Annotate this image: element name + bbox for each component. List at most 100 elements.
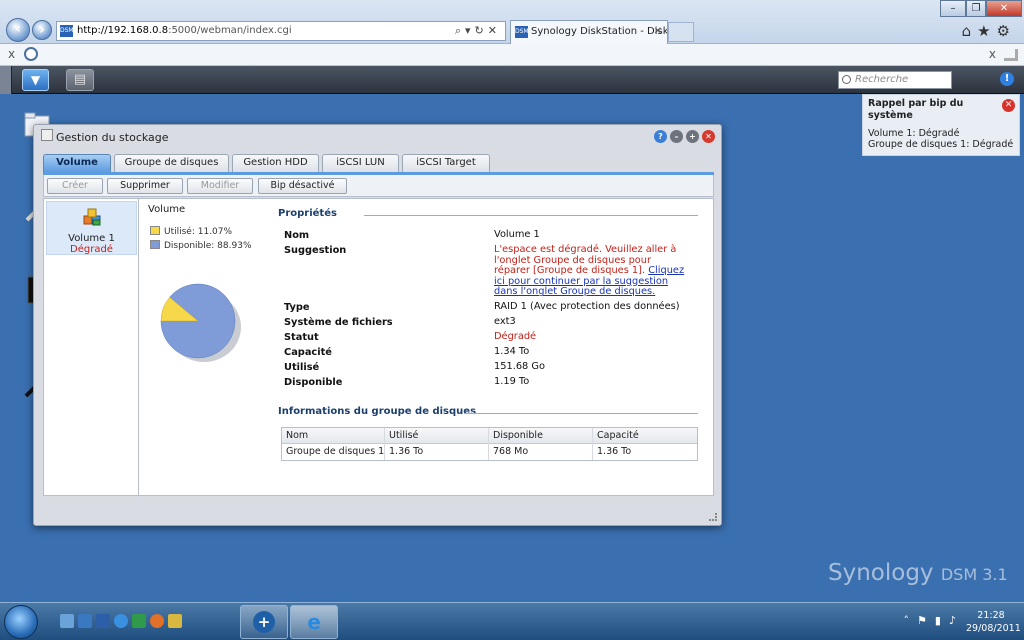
favicon-icon: DSM bbox=[60, 25, 74, 37]
tray-volume-icon[interactable]: ♪ bbox=[949, 614, 964, 627]
toolbar: Créer Supprimer Modifier Bip désactivé bbox=[43, 175, 714, 197]
tab-iscsi-lun[interactable]: iSCSI LUN bbox=[322, 154, 399, 172]
ie-quicklaunch-icon[interactable] bbox=[114, 614, 128, 628]
table-header-cell[interactable]: Disponible bbox=[489, 428, 593, 444]
table-cell: 768 Mo bbox=[489, 444, 593, 460]
dsm-main-menu-button[interactable]: ▼ bbox=[22, 69, 49, 91]
clock-date: 29/08/2011 bbox=[966, 623, 1021, 634]
volume-name: Volume 1 bbox=[68, 233, 115, 244]
tab-favicon-icon: DSM bbox=[515, 26, 529, 38]
excel-icon[interactable] bbox=[132, 614, 146, 628]
system-tray[interactable]: ˄⚑▮♪ bbox=[904, 614, 964, 627]
modify-button[interactable]: Modifier bbox=[187, 178, 253, 194]
table-cell: Groupe de disques 1 bbox=[282, 444, 385, 460]
close-window-button[interactable]: ✕ bbox=[986, 0, 1022, 17]
users-icon[interactable] bbox=[168, 614, 182, 628]
storage-manager-app-button[interactable]: ▤ bbox=[66, 69, 94, 91]
notification-title: Rappel par bip du système bbox=[868, 98, 964, 121]
storage-icon: ▤ bbox=[73, 72, 87, 87]
favorites-star-icon[interactable]: ★ bbox=[977, 22, 996, 40]
maximize-button[interactable]: ❐ bbox=[966, 0, 986, 17]
taskbar-app-ie[interactable]: e bbox=[290, 605, 338, 639]
dsm-left-handle[interactable] bbox=[0, 66, 12, 94]
close-bar-icon[interactable]: x bbox=[8, 47, 15, 61]
info-icon[interactable]: ! bbox=[1000, 72, 1014, 86]
tab-iscsi-target[interactable]: iSCSI Target bbox=[402, 154, 490, 172]
magnifier-icon: + bbox=[253, 611, 275, 633]
signal-icon bbox=[1004, 49, 1018, 61]
properties-panel: Propriétés Nom Volume 1 Suggestion L'esp… bbox=[274, 199, 704, 495]
dsm-taskbar: ▼ ▤ Recherche ! bbox=[0, 66, 1024, 94]
table-row[interactable]: Groupe de disques 1 1.36 To 768 Mo 1.36 … bbox=[282, 444, 697, 460]
table-header-cell[interactable]: Capacité bbox=[593, 428, 697, 444]
prop-label-used: Utilisé bbox=[284, 362, 320, 373]
back-button[interactable]: ‹ bbox=[6, 18, 30, 42]
tray-flag-icon[interactable]: ⚑ bbox=[917, 614, 935, 627]
legend-swatch-available bbox=[150, 240, 160, 249]
close-find-icon[interactable]: x bbox=[989, 47, 996, 61]
browser-toolbar-icons[interactable]: ⌂★⚙ bbox=[962, 22, 1016, 40]
close-notification-icon[interactable]: ✕ bbox=[1002, 99, 1015, 112]
legend-swatch-used bbox=[150, 226, 160, 235]
properties-section-title: Propriétés bbox=[278, 208, 337, 219]
dsm-search-input[interactable]: Recherche bbox=[838, 71, 952, 89]
word-icon[interactable] bbox=[96, 614, 110, 628]
address-host: http://192.168.0.8 bbox=[77, 25, 169, 36]
address-controls-icon[interactable]: ⌕▾↻✕ bbox=[455, 22, 501, 40]
watermark-brand: Synology bbox=[828, 560, 934, 586]
firefox-icon[interactable] bbox=[150, 614, 164, 628]
usage-title: Volume bbox=[148, 204, 186, 215]
maximize-window-icon[interactable]: + bbox=[686, 130, 699, 143]
settings-gear-icon[interactable]: ⚙ bbox=[997, 22, 1016, 40]
tray-arrow-icon[interactable]: ˄ bbox=[904, 614, 918, 627]
prop-value-name: Volume 1 bbox=[494, 229, 540, 240]
browser-tab[interactable]: DSM Synology DiskStation - Disk... ✕ bbox=[510, 20, 668, 44]
help-icon[interactable]: ? bbox=[654, 130, 667, 143]
legend-used-label: Utilisé: 11.07% bbox=[164, 227, 233, 237]
clock-time: 21:28 bbox=[977, 610, 1005, 621]
new-tab-button[interactable] bbox=[668, 22, 694, 42]
table-cell: 1.36 To bbox=[597, 446, 632, 457]
create-button[interactable]: Créer bbox=[47, 178, 103, 194]
prop-label-suggestion: Suggestion bbox=[284, 245, 347, 256]
find-icon[interactable] bbox=[24, 47, 38, 61]
usage-panel: Volume Utilisé: 11.07% Disponible: 88.93… bbox=[140, 199, 268, 495]
legend-available: Disponible: 88.93% bbox=[150, 240, 252, 251]
prop-label-filesystem: Système de fichiers bbox=[284, 317, 393, 328]
group-info-section-title: Informations du groupe de disques bbox=[278, 406, 477, 417]
minimize-window-icon[interactable]: – bbox=[670, 130, 683, 143]
table-header-cell[interactable]: Nom bbox=[282, 428, 385, 444]
resize-grip-icon[interactable] bbox=[709, 513, 717, 521]
prop-value-capacity: 1.34 To bbox=[494, 346, 530, 357]
prop-value-used: 151.68 Go bbox=[494, 361, 545, 372]
tab-disk-groups[interactable]: Groupe de disques bbox=[114, 154, 229, 172]
command-bar: x x bbox=[0, 44, 1024, 66]
prop-label-type: Type bbox=[284, 302, 310, 313]
section-divider bbox=[464, 413, 698, 414]
tray-network-icon[interactable]: ▮ bbox=[935, 614, 949, 627]
taskbar-app-utility[interactable]: + bbox=[240, 605, 288, 639]
show-desktop-icon[interactable] bbox=[60, 614, 74, 628]
close-window-icon[interactable]: ✕ bbox=[702, 130, 715, 143]
tab-close-icon[interactable]: ✕ bbox=[654, 21, 662, 43]
address-bar[interactable]: DSM http://192.168.0.8:5000/webman/index… bbox=[56, 21, 506, 41]
table-header-cell[interactable]: Utilisé bbox=[385, 428, 489, 444]
delete-button[interactable]: Supprimer bbox=[107, 178, 183, 194]
usage-pie-chart bbox=[160, 283, 241, 362]
prop-label-capacity: Capacité bbox=[284, 347, 332, 358]
taskbar-clock[interactable]: 21:28 29/08/2011 bbox=[966, 609, 1021, 635]
home-icon[interactable]: ⌂ bbox=[962, 22, 978, 40]
tab-volume[interactable]: Volume bbox=[43, 154, 111, 172]
watermark-version: DSM 3.1 bbox=[940, 565, 1008, 584]
browser-chrome: ‹ › DSM http://192.168.0.8:5000/webman/i… bbox=[0, 0, 1024, 44]
search-placeholder: Recherche bbox=[855, 74, 909, 85]
search-icon bbox=[842, 75, 851, 84]
forward-button[interactable]: › bbox=[32, 20, 52, 40]
start-button[interactable] bbox=[4, 605, 38, 639]
minimize-button[interactable]: – bbox=[940, 0, 966, 17]
tab-hdd-management[interactable]: Gestion HDD bbox=[232, 154, 319, 172]
beep-off-button[interactable]: Bip désactivé bbox=[258, 178, 347, 194]
window-switch-icon[interactable] bbox=[78, 614, 92, 628]
volume-list-item[interactable]: Volume 1 Dégradé bbox=[46, 201, 137, 255]
prop-label-status: Statut bbox=[284, 332, 319, 343]
